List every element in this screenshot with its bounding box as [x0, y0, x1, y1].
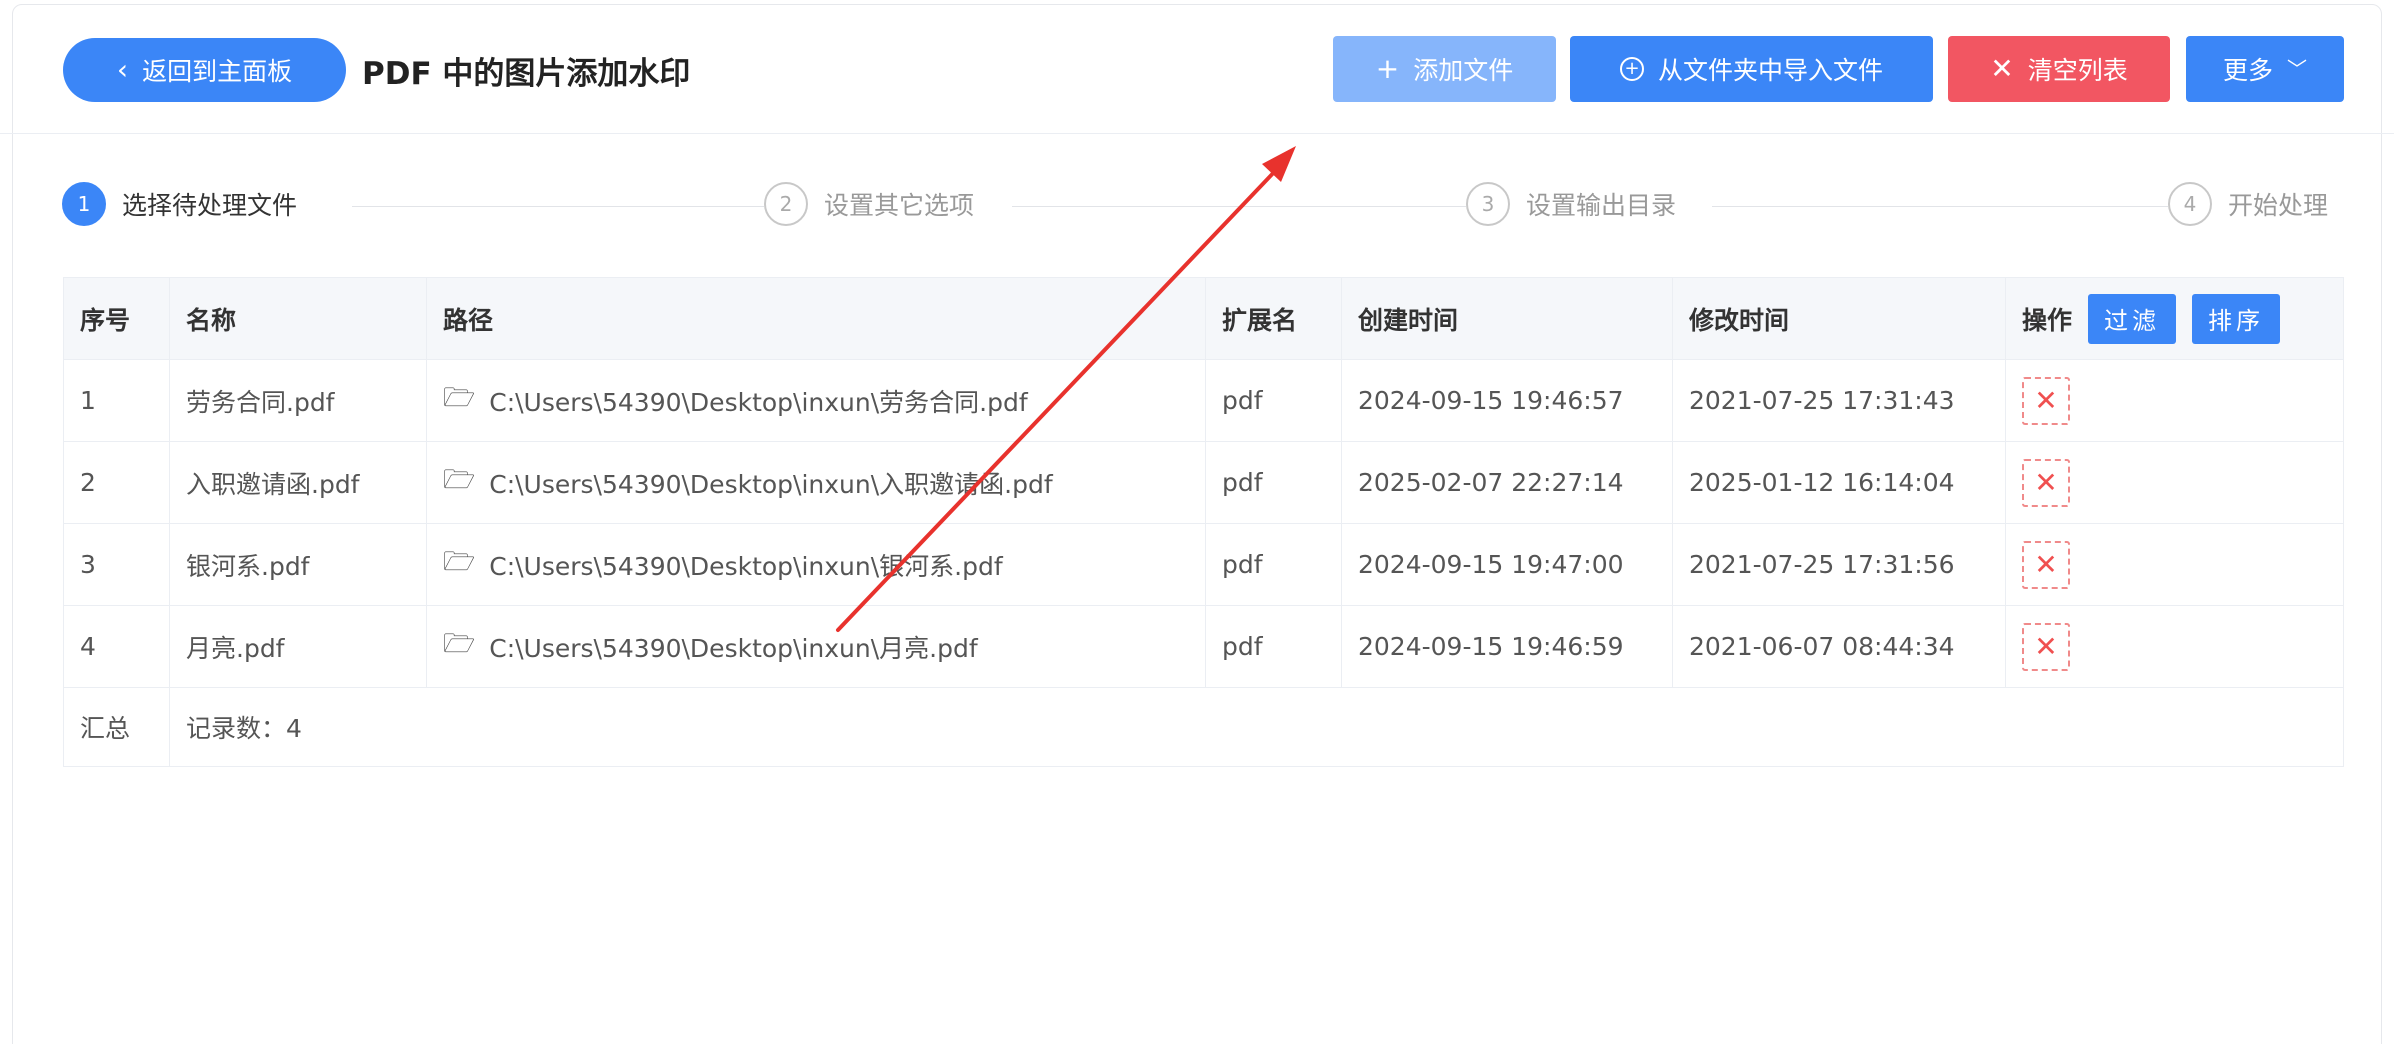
col-header-path: 路径	[427, 278, 1206, 359]
col-header-modified: 修改时间	[1673, 278, 2006, 359]
step-number: 3	[1466, 182, 1510, 226]
progress-steps: 1 选择待处理文件 2 设置其它选项 3 设置输出目录 4 开始处理	[62, 182, 2346, 232]
plus-icon: +	[1375, 52, 1400, 85]
step-label: 设置输出目录	[1526, 191, 1677, 220]
back-button-label: 返回到主面板	[142, 57, 293, 86]
row-created: 2024-09-15 19:46:57	[1342, 360, 1673, 441]
row-created: 2024-09-15 19:47:00	[1342, 524, 1673, 605]
import-folder-label: 从文件夹中导入文件	[1657, 56, 1883, 85]
row-path[interactable]: 🗁 C:\Users\54390\Desktop\inxun\入职邀请函.pdf	[427, 442, 1206, 523]
step-connector	[352, 206, 792, 207]
add-file-button[interactable]: + 添加文件	[1333, 36, 1556, 102]
circle-plus-icon: +	[1619, 57, 1644, 81]
row-actions: ✕	[2006, 606, 2343, 687]
row-actions: ✕	[2006, 524, 2343, 605]
import-from-folder-button[interactable]: + 从文件夹中导入文件	[1570, 36, 1933, 102]
row-ext: pdf	[1206, 524, 1342, 605]
step-number: 4	[2168, 182, 2212, 226]
folder-open-icon[interactable]: 🗁	[443, 379, 475, 423]
col-header-created: 创建时间	[1342, 278, 1673, 359]
chevron-down-icon: ﹀	[2287, 57, 2307, 81]
row-modified: 2021-07-25 17:31:43	[1673, 360, 2006, 441]
summary-label: 汇总	[64, 688, 170, 766]
col-header-name: 名称	[170, 278, 427, 359]
folder-open-icon[interactable]: 🗁	[443, 461, 475, 505]
header-bar: ‹ 返回到主面板 PDF 中的图片添加水印 + 添加文件 + 从文件夹中导入文件…	[0, 0, 2394, 134]
row-path-text: C:\Users\54390\Desktop\inxun\银河系.pdf	[489, 551, 1003, 581]
step-connector	[1012, 206, 1502, 207]
step-label: 设置其它选项	[824, 191, 975, 220]
file-table: 序号 名称 路径 扩展名 创建时间 修改时间 操作 过滤 排序 1 劳务合同.p…	[63, 277, 2344, 767]
row-index: 1	[64, 360, 170, 441]
delete-x-icon[interactable]: ✕	[2022, 540, 2070, 589]
row-actions: ✕	[2006, 360, 2343, 441]
close-icon: ✕	[1990, 52, 2014, 85]
more-button[interactable]: 更多 ﹀	[2186, 36, 2344, 102]
row-modified: 2021-07-25 17:31:56	[1673, 524, 2006, 605]
table-row[interactable]: 2 入职邀请函.pdf 🗁 C:\Users\54390\Desktop\inx…	[64, 442, 2343, 524]
row-created: 2024-09-15 19:46:59	[1342, 606, 1673, 687]
row-ext: pdf	[1206, 360, 1342, 441]
row-created: 2025-02-07 22:27:14	[1342, 442, 1673, 523]
step-connector	[1712, 206, 2222, 207]
chevron-left-icon: ‹	[116, 53, 129, 86]
row-name: 银河系.pdf	[170, 524, 427, 605]
step-label: 选择待处理文件	[122, 191, 298, 220]
row-index: 2	[64, 442, 170, 523]
step-output-dir: 3 设置输出目录	[1466, 182, 1693, 226]
delete-x-icon[interactable]: ✕	[2022, 376, 2070, 425]
delete-x-icon[interactable]: ✕	[2022, 458, 2070, 507]
delete-x-icon[interactable]: ✕	[2022, 622, 2070, 671]
back-to-main-button[interactable]: ‹ 返回到主面板	[63, 38, 346, 102]
step-number: 1	[62, 182, 106, 226]
table-header-row: 序号 名称 路径 扩展名 创建时间 修改时间 操作 过滤 排序	[64, 278, 2343, 360]
step-label: 开始处理	[2228, 191, 2329, 220]
step-number: 2	[764, 182, 808, 226]
row-path-text: C:\Users\54390\Desktop\inxun\劳务合同.pdf	[489, 387, 1028, 417]
actions-label: 操作	[2022, 305, 2073, 335]
more-label: 更多	[2222, 56, 2273, 85]
row-ext: pdf	[1206, 606, 1342, 687]
row-name: 月亮.pdf	[170, 606, 427, 687]
table-row[interactable]: 4 月亮.pdf 🗁 C:\Users\54390\Desktop\inxun\…	[64, 606, 2343, 688]
filter-button[interactable]: 过滤	[2088, 293, 2177, 344]
col-header-ext: 扩展名	[1206, 278, 1342, 359]
page-title: PDF 中的图片添加水印	[362, 56, 691, 92]
row-index: 3	[64, 524, 170, 605]
folder-open-icon[interactable]: 🗁	[443, 543, 475, 587]
row-name: 劳务合同.pdf	[170, 360, 427, 441]
summary-record-count: 记录数：4	[186, 714, 302, 743]
row-path-text: C:\Users\54390\Desktop\inxun\入职邀请函.pdf	[489, 469, 1053, 499]
table-row[interactable]: 3 银河系.pdf 🗁 C:\Users\54390\Desktop\inxun…	[64, 524, 2343, 606]
summary-row: 汇总 记录数：4	[64, 688, 2343, 766]
col-header-index: 序号	[64, 278, 170, 359]
row-path[interactable]: 🗁 C:\Users\54390\Desktop\inxun\劳务合同.pdf	[427, 360, 1206, 441]
row-path[interactable]: 🗁 C:\Users\54390\Desktop\inxun\银河系.pdf	[427, 524, 1206, 605]
clear-list-button[interactable]: ✕ 清空列表	[1948, 36, 2170, 102]
folder-open-icon[interactable]: 🗁	[443, 625, 475, 669]
row-actions: ✕	[2006, 442, 2343, 523]
step-start-processing: 4 开始处理	[2168, 182, 2345, 226]
row-index: 4	[64, 606, 170, 687]
col-header-actions: 操作 过滤 排序	[2006, 278, 2343, 359]
row-path-text: C:\Users\54390\Desktop\inxun\月亮.pdf	[489, 633, 978, 663]
row-path[interactable]: 🗁 C:\Users\54390\Desktop\inxun\月亮.pdf	[427, 606, 1206, 687]
add-file-label: 添加文件	[1413, 56, 1514, 85]
row-ext: pdf	[1206, 442, 1342, 523]
row-name: 入职邀请函.pdf	[170, 442, 427, 523]
table-row[interactable]: 1 劳务合同.pdf 🗁 C:\Users\54390\Desktop\inxu…	[64, 360, 2343, 442]
row-modified: 2021-06-07 08:44:34	[1673, 606, 2006, 687]
sort-button[interactable]: 排序	[2192, 293, 2281, 344]
clear-list-label: 清空列表	[2027, 56, 2128, 85]
step-select-files: 1 选择待处理文件	[62, 182, 314, 226]
step-other-options: 2 设置其它选项	[764, 182, 991, 226]
row-modified: 2025-01-12 16:14:04	[1673, 442, 2006, 523]
